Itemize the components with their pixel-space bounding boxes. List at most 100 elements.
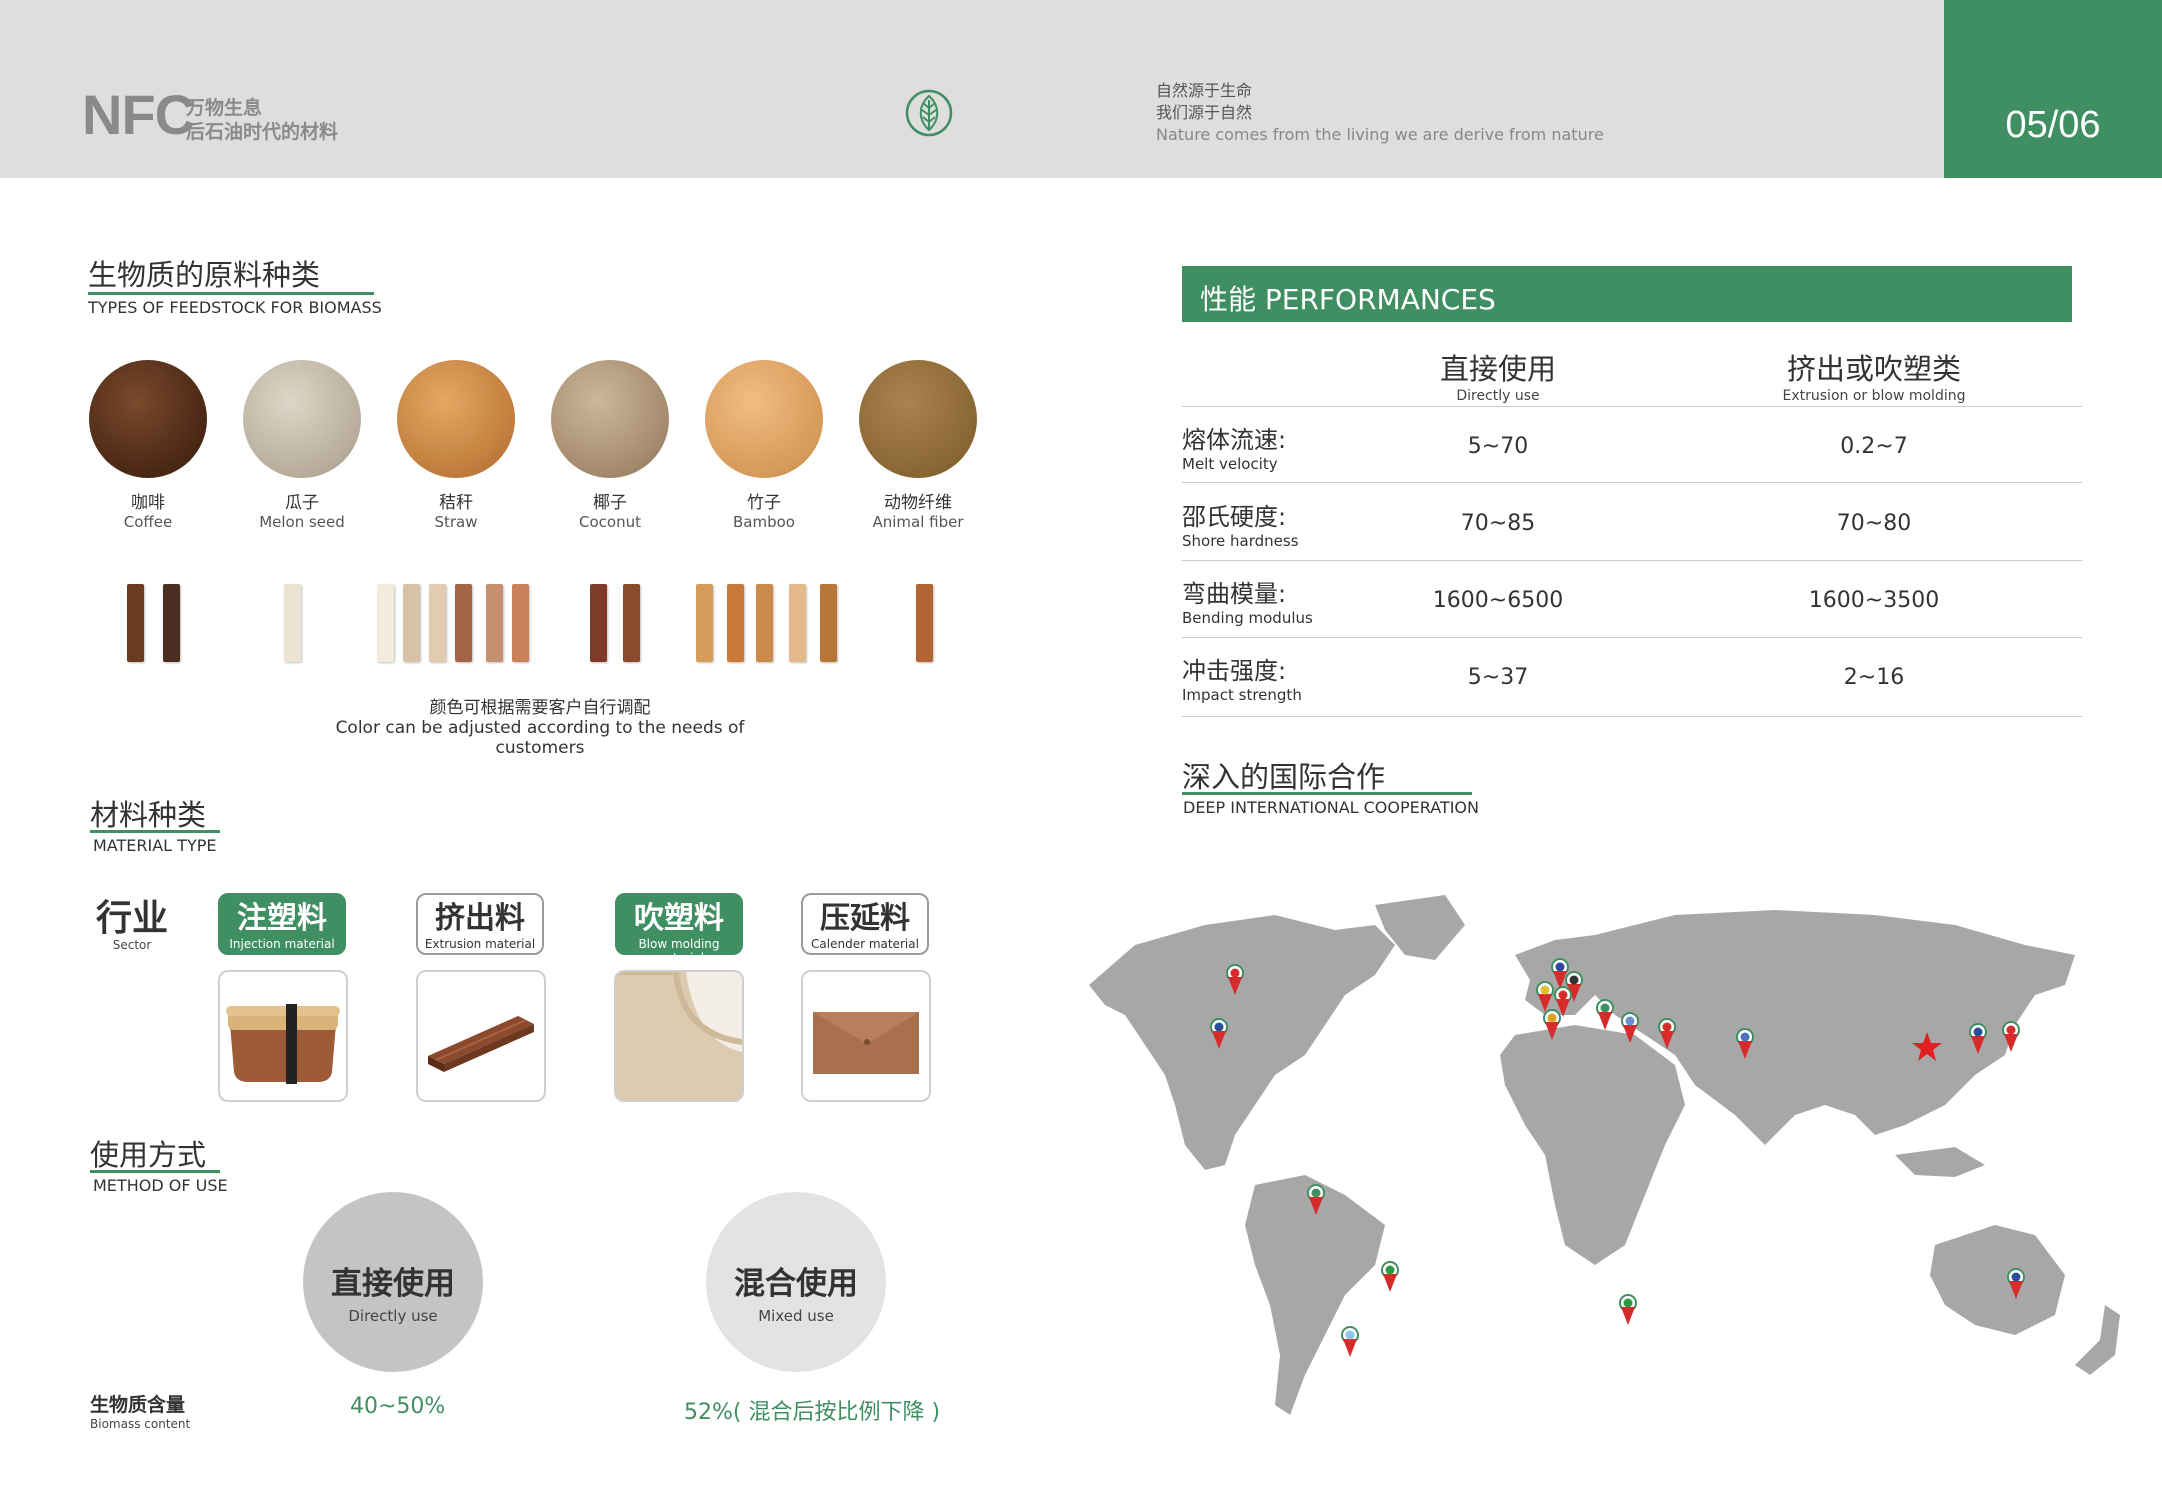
table-cell: 70~85 <box>1460 511 1536 536</box>
map-pin-icon <box>1596 999 1614 1030</box>
material-type-cn: 挤出料 <box>435 901 525 936</box>
brand-tagline-line1: 万物生息 <box>186 97 263 119</box>
slogan: 自然源于生命 我们源于自然 Nature comes from the livi… <box>1156 80 1604 146</box>
material-type-en: Calender material <box>811 937 919 951</box>
feedstock-label: 椰子 Coconut <box>535 494 685 532</box>
row-label-en: Impact strength <box>1182 686 1302 704</box>
color-swatch <box>377 584 394 662</box>
feedstock-title-underline <box>88 292 374 295</box>
color-swatch <box>486 584 503 662</box>
table-cell: 1600~3500 <box>1808 588 1940 613</box>
color-swatch <box>623 584 640 662</box>
sector-label: 行业 Sector <box>96 898 169 953</box>
feedstock-bamboo-image <box>705 360 823 478</box>
usage-mixed-cn: 混合使用 <box>734 1266 858 1302</box>
biomass-mixed-value: 52%( 混合后按比例下降 ) <box>684 1400 941 1425</box>
map-pin-icon <box>1341 1326 1359 1357</box>
row-label-cn: 冲击强度: <box>1182 657 1287 685</box>
page-indicator: 05/06 <box>1944 0 2162 178</box>
feedstock-label: 秸秆 Straw <box>381 494 531 532</box>
leaf-icon <box>905 89 953 137</box>
brand-tagline: 万物生息 后石油时代的材料 <box>186 96 338 144</box>
map-pin-icon <box>1381 1261 1399 1292</box>
feedstock-coconut-image <box>551 360 669 478</box>
row-label-en: Shore hardness <box>1182 532 1299 550</box>
brand-logo: NFC <box>82 83 195 146</box>
table-cell: 2~16 <box>1843 665 1905 690</box>
world-map <box>1089 895 2120 1415</box>
table-cell: 1600~6500 <box>1432 588 1564 613</box>
table-row-label: 邵氏硬度: Shore hardness <box>1182 497 1299 550</box>
feedstock-label-cn: 动物纤维 <box>884 493 952 513</box>
material-type-en: Extrusion material <box>424 937 536 951</box>
feedstock-label-en: Animal fiber <box>872 513 964 531</box>
column-header-en: Extrusion or blow molding <box>1782 388 1966 404</box>
material-type-blow-molding[interactable]: 吹塑料 Blow molding material <box>615 893 743 965</box>
material-type-calender[interactable]: 压延料 Calender material <box>801 893 929 955</box>
material-title-underline <box>90 830 220 833</box>
material-type-en: Blow molding material <box>638 937 720 965</box>
feedstock-label-en: Melon seed <box>259 513 345 531</box>
column-header-extrusion: 挤出或吹塑类 Extrusion or blow molding <box>1714 346 2034 404</box>
color-swatch <box>429 584 446 662</box>
feedstock-label-cn: 椰子 <box>593 493 627 513</box>
usage-direct-cn: 直接使用 <box>331 1266 455 1302</box>
table-cell: 5~70 <box>1467 434 1529 459</box>
color-note: 颜色可根据需要客户自行调配 Color can be adjusted acco… <box>300 698 780 758</box>
table-cell: 5~37 <box>1467 665 1529 690</box>
color-swatch <box>403 584 420 662</box>
table-cell: 0.2~7 <box>1840 434 1908 459</box>
color-swatch <box>820 584 837 662</box>
color-swatch <box>916 584 933 662</box>
biomass-content-en: Biomass content <box>90 1417 191 1431</box>
usage-direct-circle: 直接使用 Directly use <box>303 1192 483 1372</box>
feedstock-label: 动物纤维 Animal fiber <box>843 494 993 532</box>
performance-header-bar: 性能 PERFORMANCES <box>1182 266 2072 322</box>
biomass-content-cn: 生物质含量 <box>90 1394 186 1416</box>
table-divider <box>1182 406 2082 407</box>
usage-subtitle: METHOD OF USE <box>93 1176 228 1195</box>
column-header-direct: 直接使用 Directly use <box>1338 346 1658 404</box>
row-label-cn: 熔体流速: <box>1182 426 1287 454</box>
material-type-cn: 压延料 <box>820 901 910 936</box>
sector-label-en: Sector <box>112 938 152 952</box>
feedstock-label-cn: 咖啡 <box>131 493 165 513</box>
table-row-label: 冲击强度: Impact strength <box>1182 651 1302 704</box>
page-number: 05/06 <box>2005 104 2101 146</box>
performance-title: 性能 PERFORMANCES <box>1200 283 1496 316</box>
header-bar <box>0 0 2162 178</box>
feedstock-label-en: Straw <box>434 513 478 531</box>
feedstock-label: 咖啡 Coffee <box>73 494 223 532</box>
feedstock-straw-image <box>397 360 515 478</box>
material-subtitle: MATERIAL TYPE <box>93 836 217 855</box>
table-row-label: 弯曲模量: Bending modulus <box>1182 574 1313 627</box>
row-label-en: Bending modulus <box>1182 609 1313 627</box>
feedstock-label-en: Coconut <box>579 513 641 531</box>
feedstock-label: 瓜子 Melon seed <box>227 494 377 532</box>
column-header-en: Directly use <box>1456 388 1540 404</box>
color-swatch <box>512 584 529 662</box>
cooperation-title-underline <box>1182 792 1472 795</box>
row-label-cn: 弯曲模量: <box>1182 580 1287 608</box>
table-cell: 70~80 <box>1836 511 1912 536</box>
blow-molded-part-image <box>614 970 744 1102</box>
color-swatch <box>727 584 744 662</box>
material-title: 材料种类 <box>90 798 207 832</box>
color-note-en: Color can be adjusted according to the n… <box>335 718 745 758</box>
material-type-injection[interactable]: 注塑料 Injection material <box>218 893 346 955</box>
extrusion-profile-image <box>416 970 546 1102</box>
usage-direct-en: Directly use <box>348 1307 438 1325</box>
usage-title-underline <box>90 1170 220 1173</box>
brand-tagline-line2: 后石油时代的材料 <box>186 121 339 143</box>
feedstock-coffee-image <box>89 360 207 478</box>
color-swatch <box>163 584 180 662</box>
color-swatch <box>127 584 144 662</box>
sector-label-cn: 行业 <box>96 898 169 939</box>
material-type-en: Injection material <box>229 937 335 951</box>
cooperation-subtitle: DEEP INTERNATIONAL COOPERATION <box>1183 798 1479 817</box>
material-type-extrusion[interactable]: 挤出料 Extrusion material <box>416 893 544 955</box>
material-type-cn: 注塑料 <box>237 901 327 936</box>
map-pin-icon <box>1619 1294 1637 1325</box>
table-divider <box>1182 637 2082 638</box>
feedstock-label-cn: 秸秆 <box>439 493 473 513</box>
